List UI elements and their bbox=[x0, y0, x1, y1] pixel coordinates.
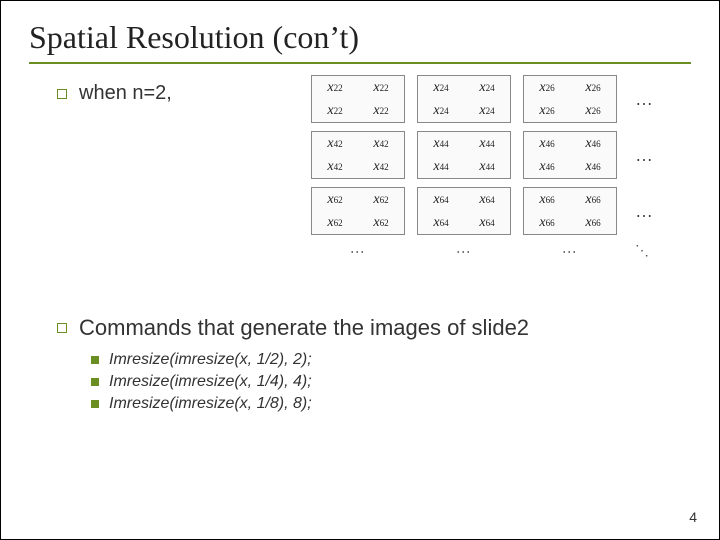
matrix-entry: x44 bbox=[418, 155, 464, 178]
matrix-entry: x44 bbox=[464, 132, 510, 155]
matrix-entry: x26 bbox=[524, 76, 570, 99]
command-line: Imresize(imresize(x, 1/2), 2); bbox=[91, 351, 691, 369]
matrix-entry: x66 bbox=[524, 211, 570, 234]
matrix-entry: x26 bbox=[570, 99, 616, 122]
matrix-entry: x42 bbox=[312, 132, 358, 155]
matrix-row: x42 x42 x42 x42 x44 x44 x44 x44 x46 x46 … bbox=[311, 131, 701, 179]
hdots-icon: … bbox=[635, 201, 655, 222]
matrix-entry: x26 bbox=[570, 76, 616, 99]
matrix-entry: x66 bbox=[570, 188, 616, 211]
matrix-entry: x46 bbox=[524, 155, 570, 178]
command-text: Imresize(imresize(x, 1/2), 2); bbox=[109, 351, 312, 369]
matrix-entry: x46 bbox=[570, 132, 616, 155]
matrix-block: x24 x24 x24 x24 bbox=[417, 75, 511, 123]
matrix-entry: x22 bbox=[358, 76, 404, 99]
matrix-entry: x66 bbox=[570, 211, 616, 234]
square-bullet-solid-icon bbox=[91, 400, 99, 408]
matrix-entry: x44 bbox=[464, 155, 510, 178]
matrix-block: x26 x26 x26 x26 bbox=[523, 75, 617, 123]
matrix-entry: x26 bbox=[524, 99, 570, 122]
command-line: Imresize(imresize(x, 1/4), 4); bbox=[91, 373, 691, 391]
matrix-entry: x24 bbox=[464, 76, 510, 99]
matrix-entry: x64 bbox=[418, 211, 464, 234]
matrix-block: x42 x42 x42 x42 bbox=[311, 131, 405, 179]
matrix-diagram: x22 x22 x22 x22 x24 x24 x24 x24 x26 x26 … bbox=[311, 75, 701, 261]
commands-section: Commands that generate the images of sli… bbox=[29, 315, 691, 413]
bullet-when-text: when n=2, bbox=[79, 82, 172, 105]
matrix-entry: x24 bbox=[418, 99, 464, 122]
matrix-entry: x22 bbox=[358, 99, 404, 122]
commands-heading-text: Commands that generate the images of sli… bbox=[79, 315, 529, 341]
hdots-icon: … bbox=[635, 145, 655, 166]
commands-heading: Commands that generate the images of sli… bbox=[57, 315, 691, 341]
matrix-entry: x24 bbox=[418, 76, 464, 99]
ddots-icon: ⋱ bbox=[635, 243, 649, 261]
matrix-block: x46 x46 x46 x46 bbox=[523, 131, 617, 179]
square-bullet-solid-icon bbox=[91, 378, 99, 386]
slide: Spatial Resolution (con’t) when n=2, x22… bbox=[0, 0, 720, 540]
matrix-entry: x62 bbox=[358, 211, 404, 234]
square-bullet-icon bbox=[57, 89, 67, 99]
vdots-icon: ⋮ bbox=[523, 243, 617, 261]
matrix-entry: x64 bbox=[464, 211, 510, 234]
matrix-block: x22 x22 x22 x22 bbox=[311, 75, 405, 123]
command-line: Imresize(imresize(x, 1/8), 8); bbox=[91, 395, 691, 413]
matrix-block: x64 x64 x64 x64 bbox=[417, 187, 511, 235]
matrix-entry: x62 bbox=[312, 188, 358, 211]
page-title: Spatial Resolution (con’t) bbox=[29, 19, 691, 56]
matrix-entry: x42 bbox=[358, 155, 404, 178]
matrix-entry: x64 bbox=[464, 188, 510, 211]
matrix-vdots-row: ⋮ ⋮ ⋮ ⋱ bbox=[311, 243, 701, 261]
matrix-entry: x22 bbox=[312, 76, 358, 99]
command-text: Imresize(imresize(x, 1/4), 4); bbox=[109, 373, 312, 391]
matrix-entry: x62 bbox=[312, 211, 358, 234]
matrix-block: x44 x44 x44 x44 bbox=[417, 131, 511, 179]
square-bullet-solid-icon bbox=[91, 356, 99, 364]
matrix-entry: x44 bbox=[418, 132, 464, 155]
matrix-entry: x62 bbox=[358, 188, 404, 211]
title-rule bbox=[29, 62, 691, 64]
matrix-entry: x42 bbox=[358, 132, 404, 155]
vdots-icon: ⋮ bbox=[311, 243, 405, 261]
matrix-entry: x66 bbox=[524, 188, 570, 211]
matrix-entry: x46 bbox=[570, 155, 616, 178]
matrix-entry: x24 bbox=[464, 99, 510, 122]
square-bullet-icon bbox=[57, 323, 67, 333]
vdots-icon: ⋮ bbox=[417, 243, 511, 261]
bullet-when: when n=2, bbox=[57, 82, 172, 105]
matrix-entry: x22 bbox=[312, 99, 358, 122]
matrix-entry: x42 bbox=[312, 155, 358, 178]
matrix-entry: x46 bbox=[524, 132, 570, 155]
page-number: 4 bbox=[689, 509, 697, 525]
command-text: Imresize(imresize(x, 1/8), 8); bbox=[109, 395, 312, 413]
hdots-icon: … bbox=[635, 89, 655, 110]
matrix-block: x62 x62 x62 x62 bbox=[311, 187, 405, 235]
matrix-entry: x64 bbox=[418, 188, 464, 211]
matrix-row: x22 x22 x22 x22 x24 x24 x24 x24 x26 x26 … bbox=[311, 75, 701, 123]
matrix-row: x62 x62 x62 x62 x64 x64 x64 x64 x66 x66 … bbox=[311, 187, 701, 235]
matrix-block: x66 x66 x66 x66 bbox=[523, 187, 617, 235]
